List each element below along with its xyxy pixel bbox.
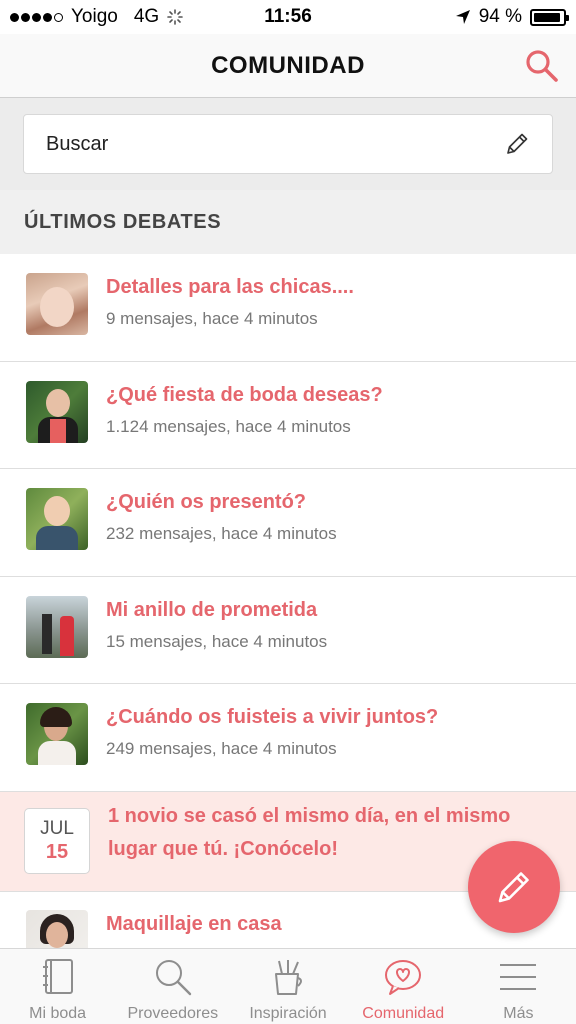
signal-dot <box>32 12 41 22</box>
carrier-name: Yoigo <box>71 6 118 27</box>
tab-inspiracion[interactable]: Inspiración <box>230 949 345 1024</box>
debate-meta: 1.124 mensajes, hace 4 minutos <box>106 416 351 436</box>
date-month: JUL <box>40 817 74 839</box>
battery-percent: 94 % <box>478 6 522 27</box>
avatar-shirt <box>50 418 66 443</box>
debate-text: ¿Quién os presentó? 232 mensajes, hace 4… <box>106 488 337 544</box>
debate-text: Mi anillo de prometida 15 mensajes, hace… <box>106 596 327 652</box>
tab-mas[interactable]: Más <box>461 949 576 1024</box>
debate-meta: 15 mensajes, hace 4 minutos <box>106 631 328 651</box>
avatar <box>26 380 88 443</box>
debate-title: Mi anillo de prometida <box>106 598 318 621</box>
signal-dot <box>10 12 19 22</box>
battery-icon <box>530 8 569 26</box>
menu-icon <box>498 957 538 997</box>
avatar-figure <box>60 615 74 656</box>
debate-title: ¿Cuándo os fuisteis a vivir juntos? <box>106 706 439 728</box>
avatar-hair <box>40 707 72 727</box>
debate-text: Detalles para las chicas.... 9 mensajes,… <box>106 273 354 329</box>
search-area: Buscar <box>0 98 576 190</box>
tab-label: Más <box>503 1005 534 1022</box>
location-arrow-icon <box>455 10 470 24</box>
avatar-body <box>38 741 76 765</box>
loading-spinner-icon <box>167 9 184 25</box>
pencil-icon[interactable] <box>504 131 530 157</box>
debate-text: ¿Cuándo os fuisteis a vivir juntos? 249 … <box>106 703 438 759</box>
avatar <box>26 488 88 550</box>
tab-label: Proveedores <box>127 1005 219 1022</box>
signal-dot <box>43 12 52 22</box>
debate-title: Maquillaje en casa <box>106 912 282 935</box>
tab-label: Inspiración <box>249 1005 327 1022</box>
tab-comunidad[interactable]: Comunidad <box>346 949 461 1024</box>
avatar-body <box>36 526 78 550</box>
signal-dot <box>54 12 63 22</box>
avatar-face <box>40 287 74 327</box>
avatar-face <box>44 496 70 526</box>
avatar <box>26 273 88 335</box>
search-input[interactable]: Buscar <box>23 114 553 174</box>
nav-bar: COMUNIDAD <box>0 34 576 98</box>
tab-label: Comunidad <box>362 1005 445 1022</box>
avatar-face <box>46 921 68 948</box>
debate-row[interactable]: ¿Qué fiesta de boda deseas? 1.124 mensaj… <box>0 361 576 469</box>
status-right: 94 % <box>455 6 569 28</box>
debate-meta: 249 mensajes, hace 4 minutos <box>106 739 337 758</box>
debate-text: Maquillaje en casa <box>106 910 282 938</box>
tab-label: Mi boda <box>29 1005 87 1022</box>
debate-title: ¿Quién os presentó? <box>106 491 307 513</box>
heart-bubble-icon <box>383 957 423 997</box>
notebook-icon <box>38 957 78 997</box>
debate-title: Detalles para las chicas.... <box>106 276 354 298</box>
tab-mi-boda[interactable]: Mi boda <box>0 949 115 1024</box>
tab-bar: Mi boda Proveedores Inspiración Comunida… <box>0 948 576 1024</box>
avatar <box>26 909 88 948</box>
avatar <box>26 595 88 658</box>
avatar <box>26 703 88 765</box>
date-day: 15 <box>45 840 69 863</box>
debate-row[interactable]: Mi anillo de prometida 15 mensajes, hace… <box>0 576 576 684</box>
status-left: Yoigo 4G <box>10 6 210 28</box>
page-title: COMUNIDAD <box>211 51 365 79</box>
debates-list: Detalles para las chicas.... 9 mensajes,… <box>0 254 576 948</box>
debate-meta: 232 mensajes, hace 4 minutos <box>106 524 337 543</box>
pencil-icon <box>498 872 529 903</box>
new-post-button[interactable] <box>468 841 560 933</box>
search-icon <box>526 50 558 82</box>
signal-strength-icon <box>10 12 63 22</box>
network-type: 4G <box>133 6 160 27</box>
brush-cup-icon <box>268 957 308 997</box>
search-placeholder: Buscar <box>46 132 109 155</box>
header-search-button[interactable] <box>522 46 562 86</box>
debate-row[interactable]: ¿Cuándo os fuisteis a vivir juntos? 249 … <box>0 684 576 792</box>
date-badge: JUL 15 <box>24 807 90 874</box>
debate-row[interactable]: ¿Quién os presentó? 232 mensajes, hace 4… <box>0 469 576 577</box>
magnifier-icon <box>153 957 193 997</box>
battery-fill <box>534 12 561 22</box>
debate-row[interactable]: Detalles para las chicas.... 9 mensajes,… <box>0 254 576 362</box>
section-header: ÚLTIMOS DEBATES <box>0 190 576 254</box>
signal-dot <box>21 12 30 22</box>
debate-title: ¿Qué fiesta de boda deseas? <box>106 383 383 406</box>
debate-text: ¿Qué fiesta de boda deseas? 1.124 mensaj… <box>106 381 383 437</box>
avatar-face <box>46 388 70 417</box>
avatar-figure <box>42 613 52 654</box>
debate-meta: 9 mensajes, hace 4 minutos <box>106 309 318 328</box>
tab-proveedores[interactable]: Proveedores <box>115 949 230 1024</box>
status-bar: Yoigo 4G 11:56 94 % <box>0 0 576 34</box>
